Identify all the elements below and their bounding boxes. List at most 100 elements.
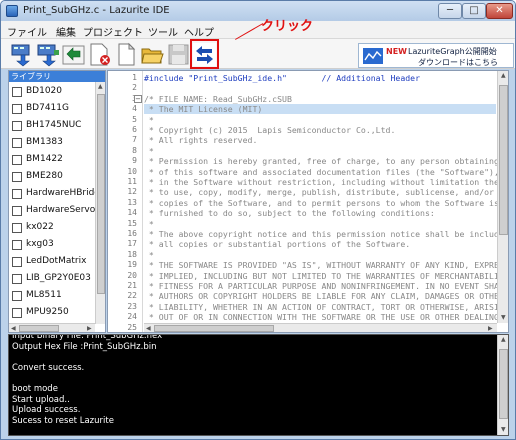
line-number: 5 [132,114,137,124]
menu-help[interactable]: ヘルプ [184,24,214,39]
line-number: 21 [127,281,137,290]
new-file-icon [118,42,136,66]
library-item-label: kxg03 [26,239,54,249]
line-number: 25 [127,322,137,332]
line-number: 4 [132,104,137,114]
open-folder-icon [141,48,164,64]
scroll-left-icon[interactable]: ◀ [11,325,16,332]
new-file-button[interactable] [114,42,139,67]
line-number: 20 [127,270,137,280]
scroll-down-icon[interactable]: ▼ [501,314,506,321]
code-line: * furnished to do so, subject to the fol… [144,208,435,219]
editor-hscroll[interactable]: ◀ ▶ [144,323,497,332]
maximize-button[interactable]: □ [462,3,486,19]
menu-tools[interactable]: ツール [148,24,178,39]
menu-file[interactable]: ファイル [7,24,47,39]
library-item-label: BD1020 [26,86,63,96]
line-number: 6 [132,125,137,134]
library-checkbox[interactable] [12,87,22,97]
library-checkbox[interactable] [12,257,22,267]
banner-line1: LazuriteGraph公開開始 [408,47,497,56]
library-checkbox[interactable] [12,138,22,148]
code-line: * in the Software without restriction, i… [144,177,509,187]
scroll-up-icon[interactable]: ▲ [501,336,506,343]
line-number: 18 [127,249,137,259]
library-checkbox[interactable] [12,274,22,284]
open-folder-button[interactable] [140,42,165,67]
save-icon [168,44,189,65]
library-checkbox[interactable] [12,189,22,199]
ide-window: Print_SubGHz.c - Lazurite IDE ─ □ ✕ ファイル… [0,0,516,440]
code-line: * all copies or substantial portions of … [144,239,411,250]
code-line: * Permission is hereby granted, free of … [144,156,509,167]
scroll-left-icon[interactable]: ◀ [146,325,151,332]
library-checkbox[interactable] [12,223,22,233]
scroll-down-icon[interactable]: ▼ [501,426,506,433]
code-line: * OUT OF OR IN CONNECTION WITH THE SOFTW… [144,312,504,323]
code-line: * Copyright (c) 2015 Lapis Semiconductor… [144,125,396,135]
line-number: 15 [127,218,137,228]
library-header: ライブラリ [9,71,105,82]
upload-button[interactable] [35,42,60,67]
output-vscroll-thumb[interactable] [499,349,508,419]
line-number: 19 [127,260,137,270]
scroll-up-icon[interactable]: ▲ [501,72,506,79]
library-checkbox[interactable] [12,240,22,250]
library-item-label: kx022 [26,222,54,232]
library-vscroll-thumb[interactable] [97,94,105,294]
code-line: /* FILE NAME: Read_SubGHz.cSUB [144,93,292,104]
title-bar[interactable]: Print_SubGHz.c - Lazurite IDE ─ □ ✕ [1,1,515,21]
code-line: * of this software and associated docume… [144,166,509,177]
library-hscroll[interactable]: ◀ ▶ [9,323,95,332]
build-button[interactable] [9,42,34,67]
rebuild-icon [62,45,85,65]
banner-line2: ダウンロードはこちら [418,58,498,67]
editor-vscroll-thumb[interactable] [499,85,508,235]
library-checkbox[interactable] [12,206,22,216]
menu-bar: ファイル 編集 プロジェクト ツール ヘルプ [1,21,515,39]
output-vscroll[interactable]: ▲ ▼ [497,335,508,435]
menu-project[interactable]: プロジェクト [83,24,143,39]
editor-vscroll[interactable]: ▲ ▼ [497,71,508,323]
menu-edit[interactable]: 編集 [56,24,76,39]
library-checkbox[interactable] [12,172,22,182]
save-button[interactable] [166,42,191,67]
rebuild-button[interactable] [61,42,86,67]
output-line: boot mode [12,384,58,394]
scroll-right-icon[interactable]: ▶ [87,325,92,332]
editor-hscroll-thumb[interactable] [154,325,274,332]
output-line: Upload success. [12,405,81,416]
library-checkbox[interactable] [12,121,22,131]
close-button[interactable]: ✕ [486,3,513,19]
clean-button[interactable] [87,42,112,67]
line-number: 23 [127,301,137,311]
line-number: 2 [132,83,137,93]
code-line: * All rights reserved. [144,135,258,146]
highlight-box [190,39,219,69]
library-item-label: HardwareServo [26,205,96,215]
lazurite-graph-banner[interactable]: NEW LazuriteGraph公開開始 ダウンロードはこちら [358,43,514,68]
code-editor[interactable]: 1234567891011121314151617181920212223242… [107,70,509,333]
library-item-label: BM1422 [26,154,63,164]
library-checkbox[interactable] [12,291,22,301]
scroll-right-icon[interactable]: ▶ [488,325,493,332]
library-checkbox[interactable] [12,155,22,165]
minimize-button[interactable]: ─ [438,3,462,19]
library-hscroll-thumb[interactable] [19,325,59,332]
build-icon [11,44,30,67]
output-line: Output Hex File :Print_SubGHz.bin [12,341,157,352]
fold-toggle-icon[interactable]: − [134,94,142,103]
library-checkbox[interactable] [12,308,22,318]
scroll-up-icon[interactable]: ▲ [98,83,103,90]
line-number: 24 [127,312,137,322]
line-number: 14 [127,208,137,218]
output-console[interactable]: Input Binary File: Print_SubGHz.hex Outpu… [8,334,509,436]
annotation-label: クリック [261,19,314,34]
code-line: * The above copyright notice and this pe… [144,229,509,239]
library-checkbox[interactable] [12,104,22,114]
app-icon [6,5,18,17]
graph-icon [363,48,383,64]
line-number: 8 [132,145,137,155]
clean-icon [90,43,110,66]
library-vscroll[interactable]: ▲ [95,82,105,324]
